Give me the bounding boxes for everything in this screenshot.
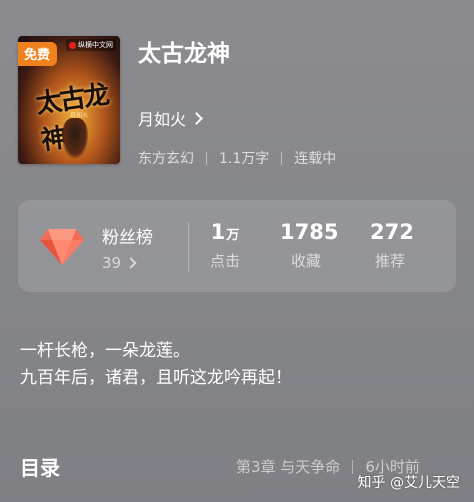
fans-rank-label: 粉丝榜: [102, 228, 153, 248]
clicks-stat: 1万 点击: [210, 220, 240, 271]
book-cover[interactable]: 免费 纵横中文网 太古龙神 月如火: [18, 36, 120, 164]
fans-rank-value: 39: [102, 254, 122, 272]
author-name: 月如火: [138, 110, 187, 129]
favorites-value: 1785: [280, 220, 339, 244]
stats-divider: [188, 222, 189, 272]
toc-title[interactable]: 目录: [20, 452, 60, 481]
recommend-stat: 272 推荐: [370, 220, 414, 271]
chevron-right-icon: [190, 111, 203, 125]
author-link[interactable]: 月如火: [138, 106, 203, 130]
recommend-label: 推荐: [374, 252, 405, 270]
genre-label: 东方玄幻: [138, 151, 194, 167]
zhihu-watermark: 知乎 @艾儿天空: [357, 475, 460, 491]
clicks-label: 点击: [210, 252, 241, 270]
free-badge: 免费: [18, 42, 58, 66]
publisher-name: 纵横中文网: [78, 41, 113, 49]
toc-divider: [352, 459, 354, 474]
publisher-logo: 纵横中文网: [66, 39, 116, 51]
chevron-right-icon: [125, 257, 137, 269]
favorites-stat: 1785 收藏: [280, 220, 339, 271]
stats-card: 粉丝榜 39 1万 点击 1785 收藏 272 推荐: [18, 200, 456, 292]
synopsis-line: 一杆长枪，一朵龙莲。: [20, 341, 190, 361]
serial-status: 连载中: [294, 151, 337, 167]
clicks-value: 1万: [210, 220, 240, 244]
book-synopsis[interactable]: 一杆长枪，一朵龙莲。 九百年后，诸君，且听这龙吟再起！: [20, 338, 292, 392]
book-meta: 东方玄幻 1.1万字 连载中: [138, 148, 336, 168]
fans-rank-link[interactable]: 39: [102, 254, 137, 272]
meta-divider: [281, 151, 283, 165]
word-count: 1.1万字: [219, 151, 270, 167]
cover-figure-illustration: [62, 118, 88, 158]
synopsis-line: 九百年后，诸君，且听这龙吟再起！: [20, 368, 292, 388]
meta-divider: [206, 151, 207, 165]
book-title: 太古龙神: [138, 41, 230, 67]
favorites-label: 收藏: [290, 252, 321, 270]
recommend-value: 272: [370, 220, 414, 244]
publisher-icon: [69, 41, 76, 49]
diamond-icon: [40, 229, 84, 265]
latest-chapter-title: 第3章 与天争命: [236, 458, 341, 476]
